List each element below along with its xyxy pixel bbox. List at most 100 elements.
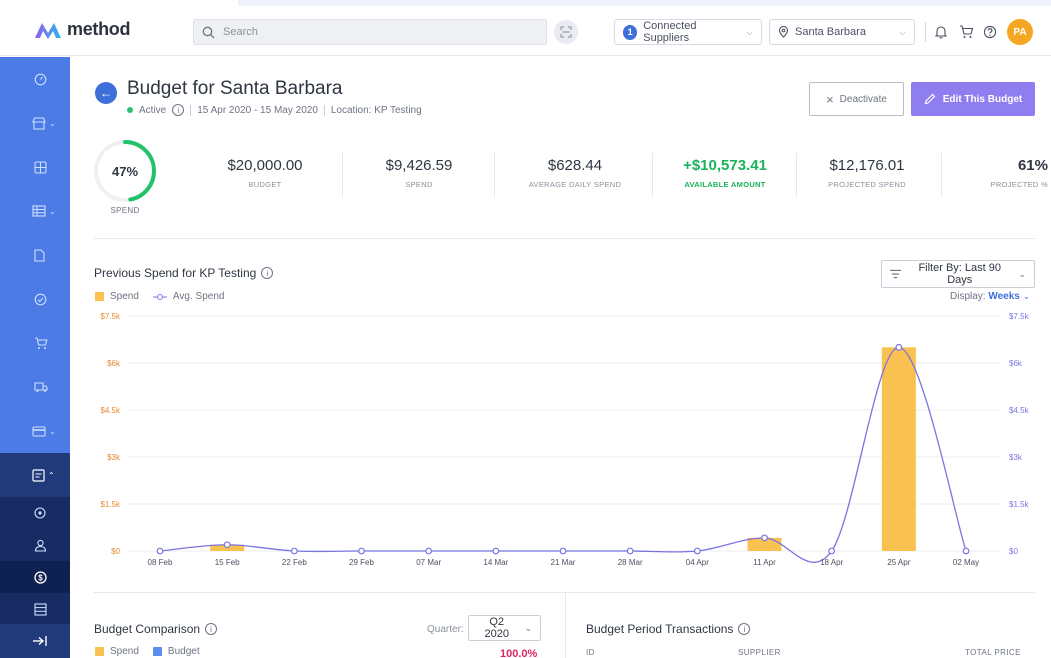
suppliers-count-badge: 1	[623, 24, 638, 40]
search-icon	[202, 26, 215, 38]
expand-arrow-icon	[33, 636, 47, 646]
stat-projected-percent: 61% PROJECTED %	[948, 157, 1048, 205]
date-range: 15 Apr 2020 - 15 May 2020	[197, 104, 318, 116]
quarter-value: Q2 2020	[484, 616, 509, 640]
display-selector[interactable]: Display: Weeks ⌄	[950, 291, 1030, 302]
barcode-scan-button[interactable]	[554, 20, 578, 44]
dollar-icon: $	[34, 570, 47, 584]
catalog-icon	[34, 160, 47, 174]
avg-spend-point	[693, 547, 701, 555]
chevron-down-icon: ⌄	[524, 622, 532, 633]
y-tick-label-right: $4.5k	[1009, 406, 1030, 415]
display-label: Display:	[950, 291, 986, 302]
deactivate-button[interactable]: × Deactivate	[809, 82, 904, 116]
check-circle-icon	[34, 293, 47, 305]
dashboard-icon	[34, 73, 47, 85]
app-logo[interactable]: method	[33, 19, 131, 40]
sidebar-subitem-budgets[interactable]: $	[0, 561, 70, 593]
chevron-down-icon: ⌄	[49, 206, 56, 216]
legend-spend-label: Spend	[110, 646, 139, 657]
x-tick-label: 22 Feb	[282, 558, 307, 567]
avg-spend-point	[492, 547, 500, 555]
edit-budget-button[interactable]: Edit This Budget	[911, 82, 1035, 116]
info-icon[interactable]: i	[738, 623, 751, 635]
sidebar-item-budgets[interactable]: ⌃	[0, 453, 70, 497]
help-icon	[983, 25, 997, 39]
sidebar-item-documents[interactable]	[0, 233, 70, 277]
budget-comparison-legend: Spend Budget	[95, 646, 200, 657]
gauge-label: SPEND	[110, 206, 140, 215]
column-header-supplier[interactable]: SUPPLIER	[738, 648, 781, 657]
y-tick-label-left: $6k	[107, 359, 121, 368]
close-icon: ×	[826, 91, 834, 107]
column-header-total-price[interactable]: TOTAL PRICE	[965, 648, 1021, 657]
table-icon	[32, 205, 46, 217]
sidebar-collapse-button[interactable]	[0, 624, 70, 658]
meta-divider	[323, 104, 325, 116]
filter-dropdown[interactable]: Filter By: Last 90 Days ⌄	[881, 260, 1035, 288]
sidebar-item-payments[interactable]: ⌄	[0, 409, 70, 453]
x-tick-label: 02 May	[953, 558, 979, 567]
y-tick-label-right: $7.5k	[1009, 312, 1030, 321]
display-value: Weeks	[988, 291, 1020, 302]
stat-divider	[941, 153, 942, 197]
sidebar-item-orders[interactable]	[0, 321, 70, 365]
spend-chart-title: Previous Spend for KP Testing i	[94, 266, 274, 280]
cart-button[interactable]	[957, 23, 975, 41]
stat-divider	[796, 153, 797, 197]
chevron-down-icon: ⌄	[49, 118, 56, 128]
sidebar-item-dashboard[interactable]	[0, 57, 70, 101]
stat-label: SPEND	[405, 180, 433, 189]
search-input[interactable]	[223, 26, 523, 38]
user-avatar[interactable]: PA	[1007, 19, 1033, 45]
sidebar-item-store[interactable]: ⌄	[0, 101, 70, 145]
info-icon[interactable]: i	[205, 623, 218, 635]
avg-spend-point	[828, 547, 836, 555]
quarter-select[interactable]: Q2 2020 ⌄	[468, 615, 541, 641]
legend-budget-label: Budget	[167, 646, 200, 657]
back-button[interactable]: ←	[95, 82, 117, 104]
list-icon	[34, 602, 47, 616]
search-box[interactable]	[193, 19, 547, 45]
avg-spend-point	[626, 547, 634, 555]
sidebar-item-table[interactable]: ⌄	[0, 189, 70, 233]
stat-average-daily-spend: $628.44 AVERAGE DAILY SPEND	[500, 157, 650, 205]
stat-label: AVERAGE DAILY SPEND	[528, 180, 622, 189]
sidebar-item-catalog[interactable]	[0, 145, 70, 189]
info-icon[interactable]: i	[172, 104, 185, 116]
legend-avg-marker-icon	[152, 293, 167, 300]
chevron-up-icon: ⌃	[48, 470, 55, 480]
column-header-id[interactable]: ID	[586, 648, 595, 657]
location-dropdown[interactable]: Santa Barbara ⌵	[769, 19, 915, 45]
y-tick-label-left: $0	[111, 547, 120, 556]
legend-swatch-spend	[95, 292, 104, 301]
sidebar-item-deliveries[interactable]	[0, 365, 70, 409]
y-tick-label-left: $7.5k	[100, 312, 121, 321]
pencil-icon	[924, 93, 936, 105]
avg-spend-point	[223, 541, 231, 549]
budget-stats: 47% SPEND $20,000.00 BUDGET $9,426.59 SP…	[70, 135, 1051, 235]
sidebar-subitem-locations[interactable]	[0, 497, 70, 529]
chevron-down-icon: ⌄	[49, 426, 56, 436]
stat-divider	[342, 153, 343, 197]
quarter-label: Quarter:	[427, 624, 464, 635]
y-tick-label-right: $6k	[1009, 359, 1023, 368]
chevron-down-icon: ⌄	[1022, 291, 1031, 301]
scan-icon	[560, 26, 572, 38]
avg-spend-point	[962, 547, 970, 555]
avg-spend-point	[761, 534, 768, 542]
section-divider	[94, 238, 1035, 239]
sidebar-item-approvals[interactable]	[0, 277, 70, 321]
x-tick-label: 15 Feb	[215, 558, 240, 567]
spend-chart-legend: Spend Avg. Spend	[95, 291, 224, 302]
sidebar-subitem-users[interactable]	[0, 529, 70, 561]
info-icon[interactable]: i	[261, 267, 274, 279]
help-button[interactable]	[981, 23, 999, 41]
sidebar-subitem-reports[interactable]	[0, 593, 70, 625]
stat-label: PROJECTED SPEND	[828, 180, 906, 189]
connected-suppliers-dropdown[interactable]: 1 Connected Suppliers ⌵	[614, 19, 762, 45]
sidebar: ⌄ ⌄ ⌄ ⌃ $	[0, 57, 70, 658]
stat-value: 61%	[1017, 157, 1048, 174]
notifications-button[interactable]	[932, 23, 950, 41]
transactions-title-text: Budget Period Transactions	[586, 622, 734, 636]
